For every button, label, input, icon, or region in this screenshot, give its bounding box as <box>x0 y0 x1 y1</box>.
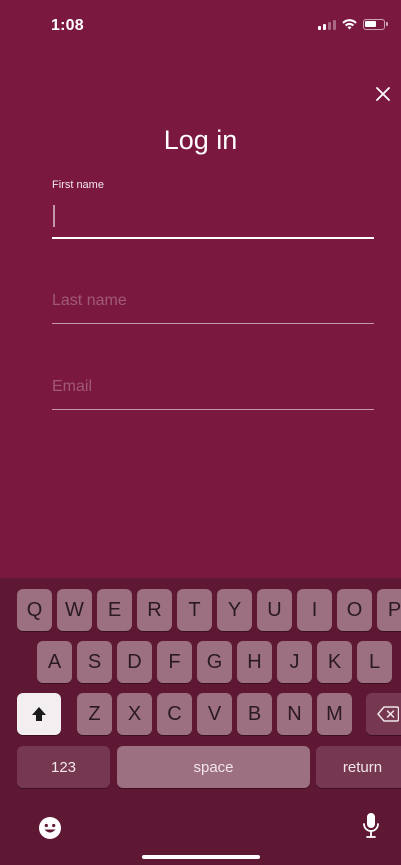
key-h[interactable]: H <box>237 641 272 683</box>
key-y[interactable]: Y <box>217 589 252 631</box>
key-v[interactable]: V <box>197 693 232 735</box>
key-b[interactable]: B <box>237 693 272 735</box>
first-name-underline <box>52 237 374 239</box>
key-g[interactable]: G <box>197 641 232 683</box>
shift-key[interactable] <box>17 693 61 735</box>
key-p[interactable]: P <box>377 589 401 631</box>
close-button[interactable] <box>371 82 395 106</box>
keyboard: Q W E R T Y U I O P A S D F G H J K L Z … <box>0 578 401 865</box>
wifi-icon <box>342 19 357 30</box>
last-name-field <box>52 285 374 327</box>
key-m[interactable]: M <box>317 693 352 735</box>
email-field <box>52 371 374 413</box>
emoji-icon <box>39 817 61 839</box>
key-s[interactable]: S <box>77 641 112 683</box>
first-name-label: First name <box>52 179 104 191</box>
key-f[interactable]: F <box>157 641 192 683</box>
key-t[interactable]: T <box>177 589 212 631</box>
shift-icon <box>32 707 46 721</box>
key-l[interactable]: L <box>357 641 392 683</box>
numbers-key[interactable]: 123 <box>17 746 110 788</box>
email-underline <box>52 409 374 410</box>
last-name-underline <box>52 323 374 324</box>
first-name-input[interactable] <box>52 203 374 229</box>
status-time: 1:08 <box>51 17 84 34</box>
space-key[interactable]: space <box>117 746 310 788</box>
first-name-field: First name <box>52 179 374 241</box>
home-indicator <box>142 855 260 859</box>
key-d[interactable]: D <box>117 641 152 683</box>
key-i[interactable]: I <box>297 589 332 631</box>
key-k[interactable]: K <box>317 641 352 683</box>
login-screen: 1:08 Log in First name Last name Email Q… <box>0 0 401 865</box>
delete-icon <box>377 706 399 722</box>
delete-key[interactable] <box>366 693 401 735</box>
last-name-input[interactable] <box>52 288 374 314</box>
microphone-icon <box>363 813 379 838</box>
key-q[interactable]: Q <box>17 589 52 631</box>
key-w[interactable]: W <box>57 589 92 631</box>
status-icons <box>318 19 388 30</box>
key-o[interactable]: O <box>337 589 372 631</box>
email-input[interactable] <box>52 374 374 400</box>
signal-icon <box>318 19 336 30</box>
return-key[interactable]: return <box>316 746 401 788</box>
close-icon <box>376 87 390 101</box>
battery-icon <box>363 19 388 30</box>
key-j[interactable]: J <box>277 641 312 683</box>
emoji-button[interactable] <box>38 816 62 845</box>
key-e[interactable]: E <box>97 589 132 631</box>
key-x[interactable]: X <box>117 693 152 735</box>
status-bar: 1:08 <box>0 0 401 44</box>
microphone-button[interactable] <box>362 812 380 845</box>
page-title: Log in <box>163 125 238 155</box>
key-c[interactable]: C <box>157 693 192 735</box>
key-r[interactable]: R <box>137 589 172 631</box>
key-u[interactable]: U <box>257 589 292 631</box>
key-n[interactable]: N <box>277 693 312 735</box>
key-z[interactable]: Z <box>77 693 112 735</box>
key-a[interactable]: A <box>37 641 72 683</box>
